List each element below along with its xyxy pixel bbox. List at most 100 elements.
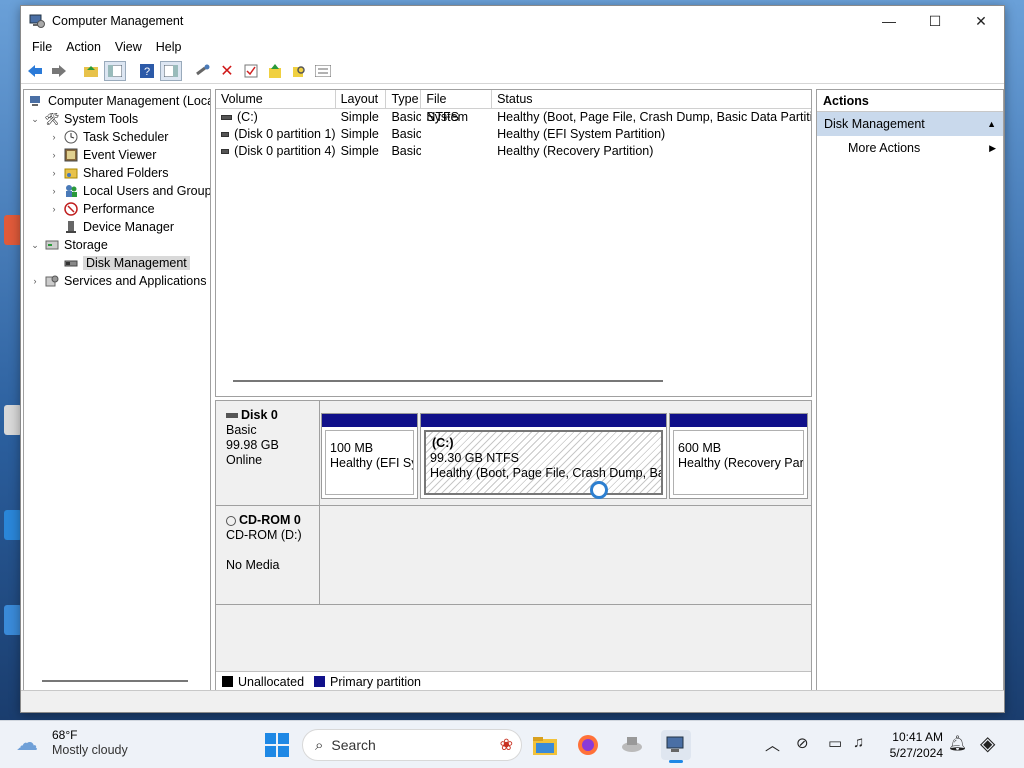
partition-recovery[interactable]: 600 MB Healthy (Recovery Partit [669,413,808,499]
tree-item-task-scheduler[interactable]: › Task Scheduler [47,128,169,146]
help-icon[interactable]: ? [136,61,158,81]
display-icon[interactable]: ▭ [828,734,842,752]
search-highlight-icon: ❀ [499,737,513,754]
menu-view[interactable]: View [108,40,149,54]
console-tree: Computer Management (Local ⌄ 🛠 System To… [23,89,211,691]
tools-icon: 🛠 [44,112,60,126]
firefox-icon[interactable] [573,730,603,760]
weather-widget[interactable]: ☁ 68°F Mostly cloudy [16,728,128,757]
list-view-icon[interactable] [312,61,334,81]
taskbar: ☁ 68°F Mostly cloudy ⌕ Search ❀ ︿ ⊘ ▭ ♫ … [0,720,1024,768]
disk-icon [226,413,238,419]
computer-management-icon [29,13,45,29]
column-header-type[interactable]: Type [386,90,422,108]
chevron-down-icon[interactable]: ⌄ [28,240,42,251]
table-row[interactable]: (C:) Simple Basic NTFS Healthy (Boot, Pa… [216,109,811,126]
taskbar-search[interactable]: ⌕ Search ❀ [302,729,522,761]
tree-item-event-viewer[interactable]: › Event Viewer [47,146,157,164]
tree-item-device-manager[interactable]: Device Manager [61,218,174,236]
menu-help[interactable]: Help [149,40,189,54]
column-header-layout[interactable]: Layout [336,90,387,108]
search-icon[interactable] [288,61,310,81]
clock[interactable]: 10:41 AM 5/27/2024 [885,729,943,761]
menu-bar: File Action View Help [21,36,1004,58]
clock-date: 5/27/2024 [889,746,943,760]
menu-action[interactable]: Action [59,40,108,54]
chevron-right-icon[interactable]: › [47,186,61,196]
show-hide-tree-icon[interactable] [104,60,126,81]
chevron-down-icon[interactable]: ⌄ [28,114,42,125]
start-button[interactable] [265,733,289,757]
connect-icon[interactable] [192,61,214,81]
export-icon[interactable] [264,61,286,81]
tree-item-services-and-applications[interactable]: › Services and Applications [28,272,207,290]
file-explorer-icon[interactable] [530,730,560,760]
drive-icon [221,149,230,154]
chevron-right-icon[interactable]: › [47,132,61,142]
column-header-volume[interactable]: Volume [216,90,336,108]
maximize-button[interactable]: ☐ [912,6,958,36]
event-viewer-icon [63,147,79,163]
chevron-right-icon[interactable]: › [28,276,42,286]
cdrom-0-label[interactable]: CD-ROM 0 CD-ROM (D:) No Media [216,506,320,604]
tree-item-shared-folders[interactable]: › Shared Folders [47,164,169,182]
notifications-icon[interactable]: 🔔︎ [948,734,967,752]
up-folder-icon[interactable] [80,61,102,81]
menu-file[interactable]: File [25,40,59,54]
tree-item-performance[interactable]: › Performance [47,200,155,218]
shared-folders-icon [63,165,79,181]
delete-icon[interactable]: ✕ [216,61,238,81]
network-icon[interactable]: ⊘ [796,734,809,752]
title-bar[interactable]: Computer Management — ☐ ✕ [21,6,1004,36]
temperature: 68°F [52,728,78,742]
chevron-right-icon[interactable]: › [47,168,61,178]
tree-item-disk-management[interactable]: Disk Management [61,254,190,272]
back-icon[interactable] [24,61,46,81]
partition-c[interactable]: (C:) 99.30 GB NTFS Healthy (Boot, Page F… [420,413,667,499]
chevron-right-icon[interactable]: › [47,204,61,214]
busy-cursor-icon [590,481,608,499]
column-header-file-system[interactable]: File System [421,90,493,124]
status-bar [21,690,1004,712]
table-row[interactable]: (Disk 0 partition 1) Simple Basic Health… [216,126,811,143]
column-header-status[interactable]: Status [492,90,811,108]
show-hidden-icons[interactable]: ︿ [765,734,780,755]
forward-icon[interactable] [48,61,70,81]
tree-item-root[interactable]: Computer Management (Local [26,92,210,110]
computer-management-window: Computer Management — ☐ ✕ File Action Vi… [20,5,1005,713]
actions-header: Actions [817,90,1003,112]
tree-item-storage[interactable]: ⌄ Storage [28,236,108,254]
computer-management-icon [28,93,44,109]
tree-item-system-tools[interactable]: ⌄ 🛠 System Tools [28,110,138,128]
network-app-icon[interactable] [617,730,647,760]
disk-management-icon [63,255,79,271]
minimize-button[interactable]: — [866,6,912,36]
more-actions-item[interactable]: More Actions ▶ [817,136,1003,160]
actions-section-disk-management[interactable]: Disk Management ▲ [817,112,1003,136]
properties-icon[interactable] [240,61,262,81]
table-row[interactable]: (Disk 0 partition 4) Simple Basic Health… [216,143,811,160]
computer-management-taskbar-icon[interactable] [661,730,691,763]
window-title: Computer Management [52,14,184,28]
toolbar: ? ✕ [21,58,1004,84]
drive-icon [221,115,232,120]
users-icon [63,183,79,199]
cdrom-icon [226,515,236,526]
close-button[interactable]: ✕ [958,6,1004,36]
device-manager-icon [63,219,79,235]
disk-legend: Unallocated Primary partition [216,671,811,691]
services-icon [44,273,60,289]
disk-0-label[interactable]: Disk 0 Basic 99.98 GB Online [216,401,320,505]
chevron-right-icon[interactable]: › [47,150,61,160]
legend-primary-partition: Primary partition [314,675,421,689]
tree-item-local-users-and-groups[interactable]: › Local Users and Groups [47,182,211,200]
show-hide-action-pane-icon[interactable] [160,60,182,81]
copilot-icon[interactable]: ◈ [980,731,995,756]
volume-icon[interactable]: ♫ [853,734,864,751]
cloud-icon: ☁ [16,729,38,755]
actions-pane: Actions Disk Management ▲ More Actions ▶ [816,89,1004,691]
tree-horizontal-scrollbar[interactable] [42,680,188,682]
volume-list-horizontal-scrollbar[interactable] [233,380,663,382]
partition-efi[interactable]: 100 MB Healthy (EFI Sys [321,413,418,499]
collapse-arrow-icon[interactable]: ▲ [987,119,996,129]
